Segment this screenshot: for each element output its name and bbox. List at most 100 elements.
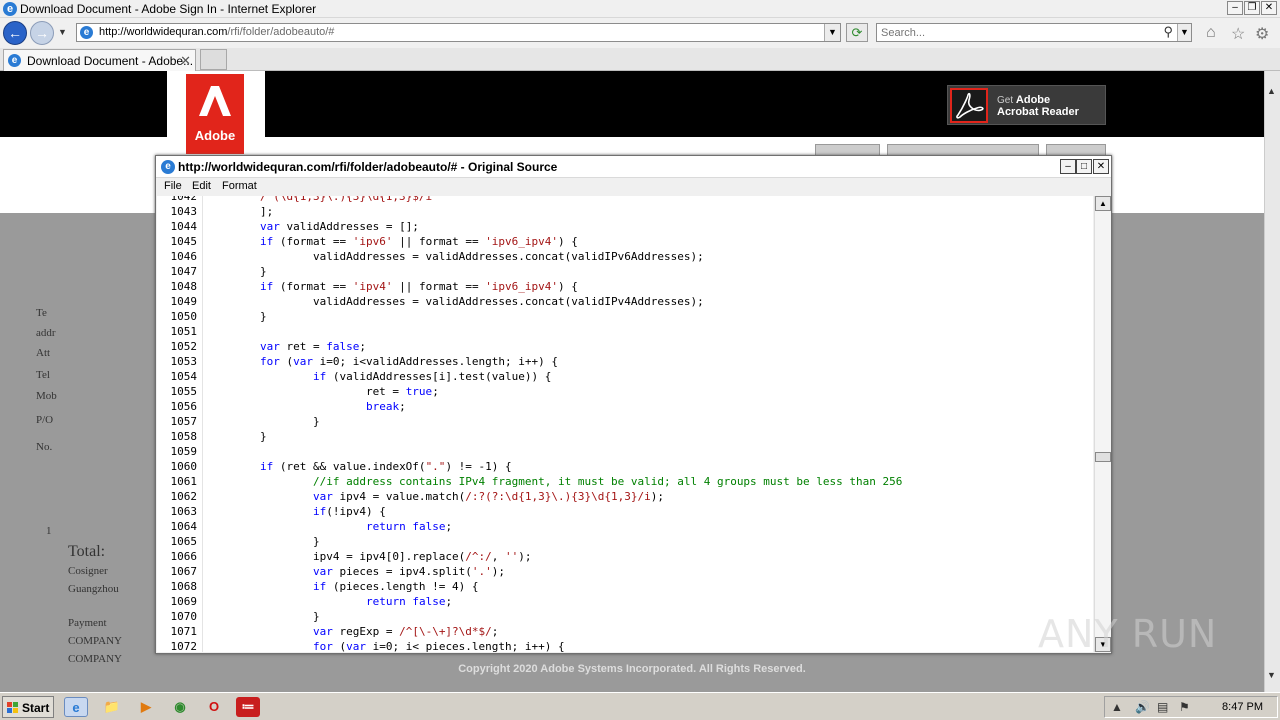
get-acrobat-reader-button[interactable]: Get Adobe Acrobat Reader <box>947 85 1106 125</box>
line-number: 1072 <box>170 640 198 652</box>
source-maximize-button[interactable]: □ <box>1076 159 1092 174</box>
scroll-down-icon[interactable]: ▼ <box>1267 670 1276 680</box>
restore-button[interactable]: ❐ <box>1244 1 1260 15</box>
code-line: var regExp = /^[\-\+]?\d*$/; <box>312 625 499 638</box>
tab-download-document[interactable]: e Download Document - Adobe... ✕ <box>3 49 196 71</box>
line-number: 1057 <box>170 415 198 428</box>
address-url[interactable]: http://worldwidequran.com/rfi/folder/ado… <box>99 26 334 38</box>
source-code-area[interactable]: /^(\d{1,3}\.){3}\d{1,3}$/i ]; var validA… <box>202 196 1093 652</box>
refresh-button[interactable]: ⟳ <box>846 23 868 42</box>
bg-row: P/O <box>36 414 54 426</box>
code-line: if(!ipv4) { <box>312 505 386 518</box>
acrobat-icon <box>950 88 988 123</box>
code-line: return false; <box>365 520 453 533</box>
clock[interactable]: 8:47 PM <box>1222 701 1263 713</box>
address-dropdown-icon[interactable]: ▼ <box>824 24 840 41</box>
line-number: 1061 <box>170 475 198 488</box>
home-icon[interactable]: ⌂ <box>1206 24 1216 42</box>
tab-bar: e Download Document - Adobe... ✕ <box>0 48 1280 71</box>
menu-format[interactable]: Format <box>222 180 257 192</box>
settings-gear-icon[interactable]: ⚙ <box>1255 24 1269 44</box>
action-center-flag-icon[interactable]: ⚑ <box>1179 700 1190 714</box>
tray-expand-icon[interactable]: ▲ <box>1111 700 1123 714</box>
source-close-button[interactable]: ✕ <box>1093 159 1109 174</box>
code-line: //if address contains IPv4 fragment, it … <box>312 475 903 488</box>
adobe-logo: Adobe <box>167 71 265 154</box>
search-input[interactable] <box>881 25 1151 40</box>
code-line: ipv4 = ipv4[0].replace(/^:/, ''); <box>207 550 532 563</box>
start-button[interactable]: Start <box>2 696 54 718</box>
close-button[interactable]: ✕ <box>1261 1 1277 15</box>
line-number: 1049 <box>170 295 198 308</box>
taskbar-ie-icon[interactable]: e <box>64 697 88 717</box>
code-line: /^(\d{1,3}\.){3}\d{1,3}$/i <box>207 196 433 203</box>
taskbar-media-player-icon[interactable]: ▶ <box>134 697 158 717</box>
source-vertical-scrollbar[interactable]: ▲ ▼ <box>1094 196 1111 652</box>
source-viewer-window: e http://worldwidequran.com/rfi/folder/a… <box>155 155 1112 654</box>
code-line: } <box>207 310 267 323</box>
source-window-title: http://worldwidequran.com/rfi/folder/ado… <box>178 160 558 174</box>
line-number: 1054 <box>170 370 198 383</box>
bg-row: Guangzhou <box>68 583 119 595</box>
acrobat-name-label: Acrobat Reader <box>997 106 1079 118</box>
source-scroll-thumb[interactable] <box>1095 452 1111 462</box>
forward-button[interactable]: → <box>30 21 54 45</box>
bg-row: Total: <box>68 543 106 560</box>
bg-row: Cosigner <box>68 565 108 577</box>
code-line: validAddresses = validAddresses.concat(v… <box>207 295 704 308</box>
line-number: 1045 <box>170 235 198 248</box>
line-number: 1048 <box>170 280 198 293</box>
line-number: 1042 <box>170 196 198 203</box>
code-line: if (pieces.length != 4) { <box>312 580 479 593</box>
bg-row: Te <box>36 307 47 319</box>
code-line: } <box>207 535 320 548</box>
anyrun-watermark: ANY RUN <box>1038 612 1218 656</box>
network-icon[interactable]: ▤ <box>1157 700 1168 714</box>
address-bar[interactable]: e http://worldwidequran.com/rfi/folder/a… <box>76 23 841 42</box>
source-scroll-up-icon[interactable]: ▲ <box>1095 196 1111 211</box>
line-number: 1066 <box>170 550 198 563</box>
line-number: 1046 <box>170 250 198 263</box>
line-number: 1064 <box>170 520 198 533</box>
search-dropdown-icon[interactable]: ▼ <box>1177 24 1191 41</box>
line-number: 1069 <box>170 595 198 608</box>
bg-row: Payment <box>68 617 107 629</box>
bg-row: Tel <box>36 369 50 381</box>
menu-file[interactable]: File <box>164 180 182 192</box>
source-title-bar: e http://worldwidequran.com/rfi/folder/a… <box>156 156 1111 178</box>
adobe-logo-text: Adobe <box>194 128 236 143</box>
taskbar-explorer-icon[interactable]: 📁 <box>100 697 124 717</box>
code-line: var validAddresses = []; <box>259 220 419 233</box>
code-line: for (var i=0; i< pieces.length; i++) { <box>312 640 565 652</box>
recent-pages-dropdown-icon[interactable]: ▼ <box>58 27 67 37</box>
favorites-star-icon[interactable]: ☆ <box>1231 24 1245 44</box>
code-line: if (format == 'ipv6' || format == 'ipv6_… <box>259 235 578 248</box>
code-line: ret = true; <box>207 385 439 398</box>
search-box[interactable]: ⚲ ▼ <box>876 23 1192 42</box>
bg-row: Mob <box>36 390 57 402</box>
minimize-button[interactable]: – <box>1227 1 1243 15</box>
page-scrollbar[interactable]: ▲ ▼ <box>1264 71 1280 692</box>
line-number: 1055 <box>170 385 198 398</box>
scroll-up-icon[interactable]: ▲ <box>1267 86 1276 96</box>
taskbar-opera-icon[interactable]: O <box>202 697 226 717</box>
volume-icon[interactable]: 🔊 <box>1135 700 1150 714</box>
back-button[interactable]: ← <box>3 21 27 45</box>
code-line: return false; <box>365 595 453 608</box>
taskbar-chrome-icon[interactable]: ◉ <box>168 697 192 717</box>
search-icon[interactable]: ⚲ <box>1163 24 1173 40</box>
system-tray: ▲ 🔊 ▤ ⚑ 8:47 PM <box>1104 696 1278 718</box>
line-number: 1070 <box>170 610 198 623</box>
code-line: var ipv4 = value.match(/:?(?:\d{1,3}\.){… <box>312 490 664 503</box>
line-number: 1056 <box>170 400 198 413</box>
code-line: } <box>207 265 267 278</box>
taskbar-acrobat-icon[interactable]: ≔ <box>236 697 260 717</box>
menu-edit[interactable]: Edit <box>192 180 211 192</box>
tab-close-icon[interactable]: ✕ <box>180 53 191 69</box>
source-minimize-button[interactable]: – <box>1060 159 1076 174</box>
new-tab-button[interactable] <box>200 49 227 70</box>
acrobat-get-label: Get Adobe <box>997 94 1051 106</box>
code-line: } <box>207 415 320 428</box>
ie-logo-icon: e <box>3 2 17 16</box>
code-line: ]; <box>207 205 274 218</box>
